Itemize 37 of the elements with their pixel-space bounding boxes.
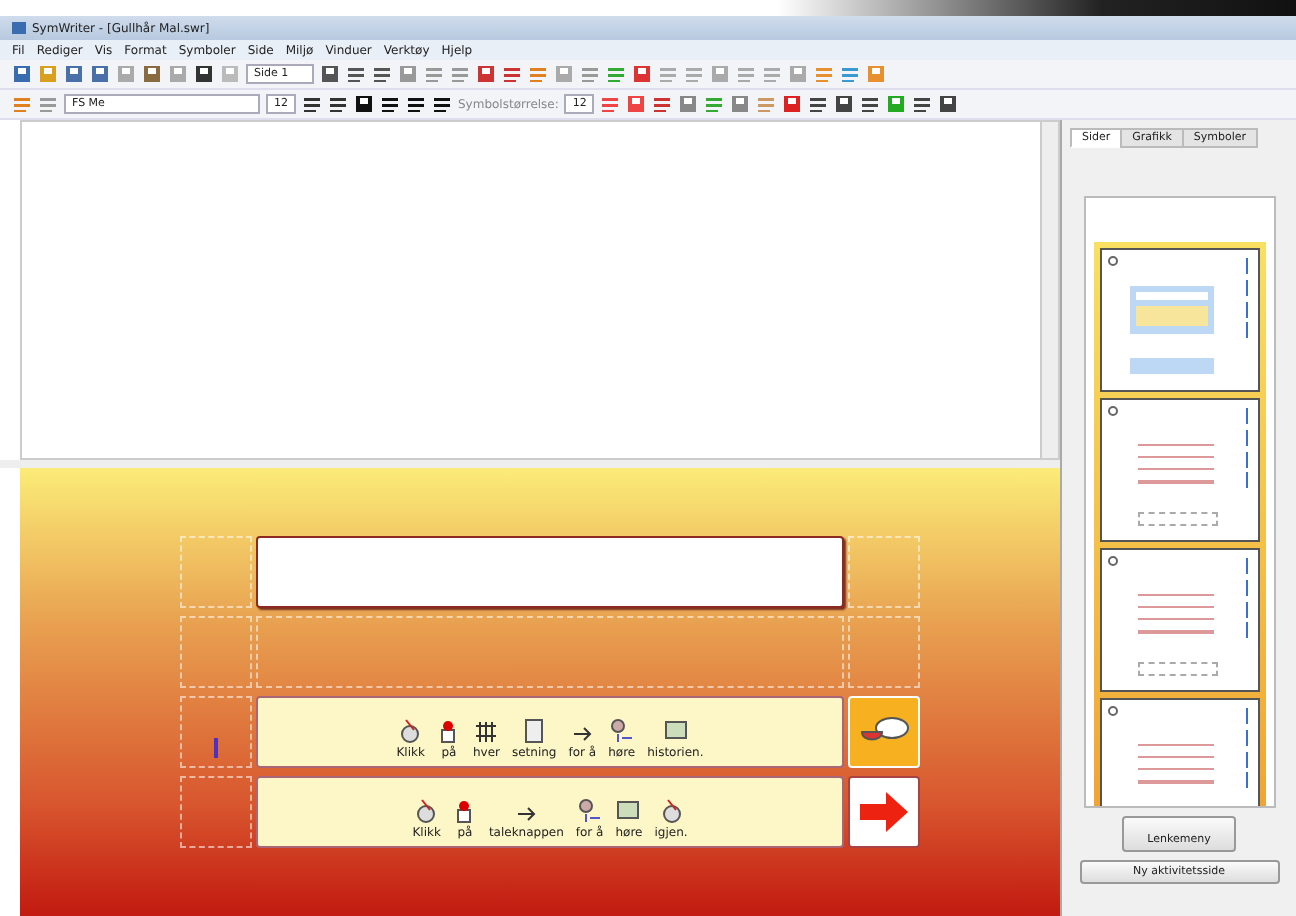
page-thumbnail[interactable]	[1099, 248, 1259, 392]
floppy-icon[interactable]	[38, 64, 58, 84]
empty-cell[interactable]	[256, 616, 844, 688]
symbol-icon	[452, 798, 477, 824]
symbol-icon	[522, 718, 547, 744]
arrow-right-icon	[858, 790, 910, 834]
page-thumbnail[interactable]	[1099, 698, 1259, 806]
empty-cell[interactable]	[848, 616, 920, 688]
empty-cell[interactable]	[180, 536, 252, 608]
empty-cell[interactable]	[180, 776, 252, 848]
symbol-icon	[659, 798, 683, 824]
next-button[interactable]	[848, 776, 920, 848]
page-thumbnail[interactable]	[1099, 548, 1259, 692]
scrollbar[interactable]	[1040, 122, 1058, 458]
symbol-icon	[663, 718, 688, 744]
page-preview	[1137, 512, 1217, 526]
title-text-box[interactable]	[256, 536, 844, 608]
app-icon	[12, 22, 26, 34]
align-right-icon[interactable]	[372, 64, 392, 84]
symbol-icon	[474, 718, 499, 744]
page-preview	[1129, 358, 1213, 374]
symbol-icon	[436, 718, 461, 744]
page-preview	[1129, 286, 1213, 334]
speak-button[interactable]	[848, 696, 920, 768]
symbol-icon	[609, 718, 634, 744]
page-thumbnail[interactable]	[1099, 398, 1259, 542]
symbol-icon	[398, 718, 423, 744]
empty-cell[interactable]	[848, 536, 920, 608]
symbol-icon	[577, 798, 602, 824]
align-center-icon[interactable]	[346, 64, 366, 84]
symbol-icon	[414, 798, 439, 824]
save-icon[interactable]	[12, 64, 32, 84]
page-list[interactable]	[1083, 196, 1275, 808]
empty-cell[interactable]	[180, 696, 252, 768]
symbol-icon	[616, 798, 641, 824]
empty-cell[interactable]	[180, 616, 252, 688]
page-preview	[1137, 662, 1217, 676]
